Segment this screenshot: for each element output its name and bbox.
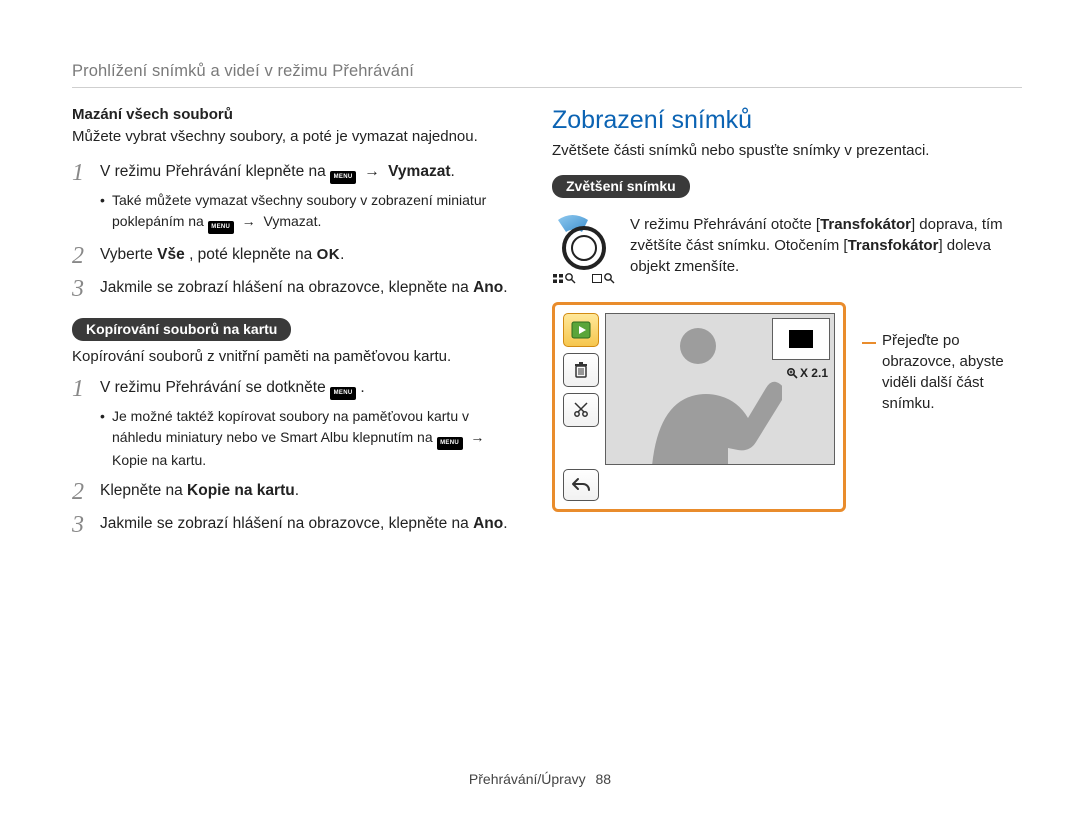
bold: Vše — [157, 246, 185, 263]
bullet: Je možné taktéž kopírovat soubory na pam… — [100, 406, 512, 469]
ok-icon: OK — [317, 244, 341, 265]
step-body: V režimu Přehrávání se dotkněte MENU . — [100, 377, 512, 402]
thumbnail-icon — [553, 272, 576, 284]
minimap — [772, 318, 830, 360]
step: 2 Vyberte Vše , poté klepněte na OK. — [72, 244, 512, 269]
callout-line — [862, 342, 876, 512]
step-body: Jakmile se zobrazí hlášení na obrazovce,… — [100, 277, 512, 302]
text: V režimu Přehrávání otočte [ — [630, 216, 820, 233]
step-number: 1 — [72, 161, 90, 186]
menu-icon: MENU — [437, 437, 463, 450]
text: . — [503, 279, 507, 296]
back-button[interactable] — [563, 469, 599, 501]
bold: Ano — [473, 515, 503, 532]
divider — [72, 87, 1022, 88]
bold: Kopie na kartu — [187, 482, 295, 499]
text: . — [360, 379, 364, 396]
arrow-icon: → — [360, 163, 384, 180]
copy-pill: Kopírování souborů na kartu — [72, 318, 291, 341]
right-column: Zobrazení snímků Zvětšete části snímků n… — [552, 106, 1022, 542]
step-number: 3 — [72, 513, 90, 538]
text: . — [295, 482, 299, 499]
sub-bullets: Také můžete vymazat všechny soubory v zo… — [100, 190, 512, 233]
step-number: 1 — [72, 377, 90, 402]
bold: Vymazat — [388, 163, 450, 180]
zoom-value-text: X 2.1 — [800, 366, 828, 380]
zoom-dial-row: V režimu Přehrávání otočte [Transfokátor… — [552, 214, 1022, 284]
arrow-icon: → — [238, 213, 260, 229]
camera-preview: X 2.1 — [552, 302, 846, 512]
bold: Vymazat — [264, 213, 318, 229]
text: Klepněte na — [100, 482, 187, 499]
zoom-value: X 2.1 — [786, 366, 828, 380]
delete-all-intro: Můžete vybrat všechny soubory, a poté je… — [72, 127, 512, 147]
menu-icon: MENU — [208, 221, 234, 234]
scissors-button[interactable] — [563, 393, 599, 427]
preview-wrap: X 2.1 Přejeďte po obrazovce, abyste vidě… — [552, 302, 1022, 512]
text: Jakmile se zobrazí hlášení na obrazovce,… — [100, 515, 473, 532]
step-body: Vyberte Vše , poté klepněte na OK. — [100, 244, 512, 269]
photo-area[interactable]: X 2.1 — [605, 313, 835, 465]
text: , poté klepněte na — [189, 246, 317, 263]
step-body: Klepněte na Kopie na kartu. — [100, 480, 512, 505]
bold: Transfokátor — [848, 237, 939, 254]
dial-labels — [553, 272, 615, 284]
text: V režimu Přehrávání klepněte na — [100, 163, 330, 180]
breadcrumb: Prohlížení snímků a videí v režimu Přehr… — [72, 62, 1022, 81]
zoom-intro: Zvětšete části snímků nebo spusťte snímk… — [552, 141, 1022, 161]
step-number: 2 — [72, 480, 90, 505]
left-column: Mazání všech souborů Můžete vybrat všech… — [72, 106, 512, 542]
play-button[interactable] — [563, 313, 599, 347]
text: . — [202, 452, 206, 468]
back-icon — [571, 477, 591, 493]
page-title: Zobrazení snímků — [552, 106, 1022, 135]
arrow-icon: → — [466, 429, 488, 445]
trash-button[interactable] — [563, 353, 599, 387]
step-body: V režimu Přehrávání klepněte na MENU → V… — [100, 161, 512, 186]
step: 1 V režimu Přehrávání klepněte na MENU →… — [72, 161, 512, 186]
menu-icon: MENU — [330, 387, 356, 400]
bold: Transfokátor — [820, 216, 911, 233]
step-number: 2 — [72, 244, 90, 269]
dial-icon — [552, 214, 616, 270]
text: . — [317, 213, 321, 229]
step-body: Jakmile se zobrazí hlášení na obrazovce,… — [100, 513, 512, 538]
side-toolbar — [563, 313, 599, 427]
text: . — [503, 515, 507, 532]
callout-text: Přejeďte po obrazovce, abyste viděli dal… — [882, 330, 1022, 512]
zoom-instruction: V režimu Přehrávání otočte [Transfokátor… — [630, 214, 1022, 284]
single-icon — [592, 272, 615, 284]
menu-icon: MENU — [330, 171, 356, 184]
child-silhouette — [632, 316, 782, 465]
magnifier-icon — [786, 367, 798, 379]
steps-delete: 1 V režimu Přehrávání klepněte na MENU →… — [72, 161, 512, 302]
footer-page-number: 88 — [596, 771, 612, 787]
bold: Kopie na kartu — [112, 452, 202, 468]
step-number: 3 — [72, 277, 90, 302]
text: Jakmile se zobrazí hlášení na obrazovce,… — [100, 279, 473, 296]
copy-intro: Kopírování souborů z vnitřní paměti na p… — [72, 347, 512, 367]
step: 2 Klepněte na Kopie na kartu. — [72, 480, 512, 505]
text: Je možné taktéž kopírovat soubory na pam… — [112, 408, 469, 444]
callout: Přejeďte po obrazovce, abyste viděli dal… — [862, 302, 1022, 512]
text: . — [451, 163, 455, 180]
step: 1 V režimu Přehrávání se dotkněte MENU . — [72, 377, 512, 402]
steps-copy: 1 V režimu Přehrávání se dotkněte MENU .… — [72, 377, 512, 538]
bold: Ano — [473, 279, 503, 296]
footer-section: Přehrávání/Úpravy — [469, 771, 586, 787]
bullet: Také můžete vymazat všechny soubory v zo… — [100, 190, 512, 233]
text: V režimu Přehrávání se dotkněte — [100, 379, 330, 396]
delete-all-heading: Mazání všech souborů — [72, 106, 512, 123]
text: Vyberte — [100, 246, 157, 263]
sub-bullets: Je možné taktéž kopírovat soubory na pam… — [100, 406, 512, 469]
step: 3 Jakmile se zobrazí hlášení na obrazovc… — [72, 513, 512, 538]
zoom-dial — [552, 214, 616, 284]
page-footer: Přehrávání/Úpravy 88 — [0, 771, 1080, 787]
zoom-pill: Zvětšení snímku — [552, 175, 690, 198]
step: 3 Jakmile se zobrazí hlášení na obrazovc… — [72, 277, 512, 302]
minimap-viewport — [789, 330, 813, 348]
text: . — [340, 246, 344, 263]
